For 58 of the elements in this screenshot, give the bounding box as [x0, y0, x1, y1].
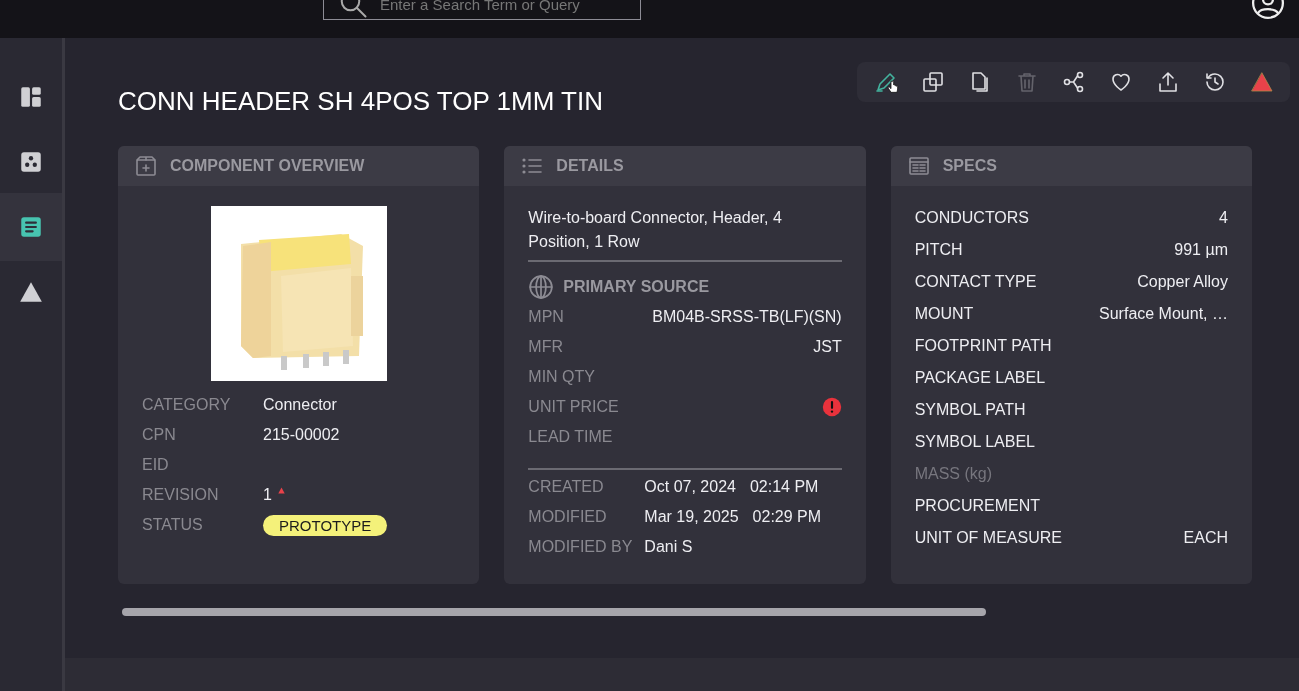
- spec-label: CONTACT TYPE: [914, 273, 1037, 291]
- date-text: Oct 07, 2024: [644, 478, 736, 496]
- components-icon: [18, 149, 44, 175]
- duplicate-icon: [920, 70, 945, 94]
- edit-icon: [873, 70, 898, 94]
- page-title: CONN HEADER SH 4POS TOP 1MM TIN: [118, 86, 603, 116]
- spec-label: PACKAGE LABEL: [914, 369, 1046, 387]
- field-label: MODIFIED BY: [528, 538, 634, 556]
- field-label: STATUS: [142, 516, 204, 534]
- spec-value: Copper Alloy: [1137, 273, 1228, 291]
- field-label: CREATED: [528, 478, 605, 496]
- time-text: 02:29 PM: [752, 508, 822, 526]
- description-text: Wire-to-board Connector, Header, 4 Position, 1 Row: [528, 208, 783, 252]
- field-value: JST: [813, 338, 842, 356]
- dashboard-icon: [18, 84, 44, 110]
- spec-label: FOOTPRINT PATH: [914, 337, 1052, 355]
- field-label: MODIFIED: [528, 508, 608, 526]
- field-value: 215-00002: [263, 426, 340, 444]
- field-label: MPN: [528, 308, 565, 326]
- field-label: MIN QTY: [528, 368, 596, 386]
- time-text: 02:14 PM: [749, 478, 819, 496]
- field-label: CPN: [142, 426, 177, 444]
- card-title: COMPONENT OVERVIEW: [170, 157, 365, 175]
- spec-value: 991 µm: [1174, 241, 1228, 259]
- spec-label: MASS (kg): [914, 465, 992, 483]
- field-label: REVISION: [142, 486, 220, 504]
- status-badge: PROTOTYPE: [263, 514, 388, 536]
- spec-label: PITCH: [914, 241, 963, 259]
- document-icon: [18, 214, 44, 240]
- spec-label: UNIT OF MEASURE: [914, 529, 1062, 547]
- sidebar-item[interactable]: [0, 193, 62, 261]
- spec-value: 4: [1219, 209, 1228, 227]
- spec-value: Surface Mount, …: [1099, 305, 1228, 323]
- spec-label: SYMBOL LABEL: [914, 433, 1035, 451]
- card-title: DETAILS: [556, 157, 624, 175]
- field-value: 1: [263, 486, 272, 504]
- date-text: Mar 19, 2025: [644, 508, 739, 526]
- field-label: MFR: [528, 338, 564, 356]
- scrollbar-thumb[interactable]: [122, 608, 986, 616]
- spec-label: SYMBOL PATH: [914, 401, 1026, 419]
- spec-label: CONDUCTORS: [914, 209, 1030, 227]
- field-label: CATEGORY: [142, 396, 232, 414]
- section-title: PRIMARY SOURCE: [563, 278, 710, 296]
- field-label: LEAD TIME: [528, 428, 614, 446]
- card-title: SPECS: [942, 157, 997, 175]
- field-label: EID: [142, 456, 170, 474]
- spec-label: MOUNT: [914, 305, 974, 323]
- field-value: Connector: [263, 396, 337, 414]
- field-value: Dani S: [644, 538, 693, 556]
- spec-value: EACH: [1183, 529, 1228, 547]
- globe-icon: [528, 274, 555, 300]
- field-label: UNIT PRICE: [528, 398, 619, 416]
- share-icon: [1061, 70, 1086, 94]
- spec-label: PROCUREMENT: [914, 497, 1040, 515]
- table-icon: [906, 154, 931, 178]
- box-icon: [134, 154, 158, 178]
- warning-icon: [1249, 70, 1274, 94]
- field-value: BM04B-SRSS-TB(LF)(SN): [652, 308, 842, 326]
